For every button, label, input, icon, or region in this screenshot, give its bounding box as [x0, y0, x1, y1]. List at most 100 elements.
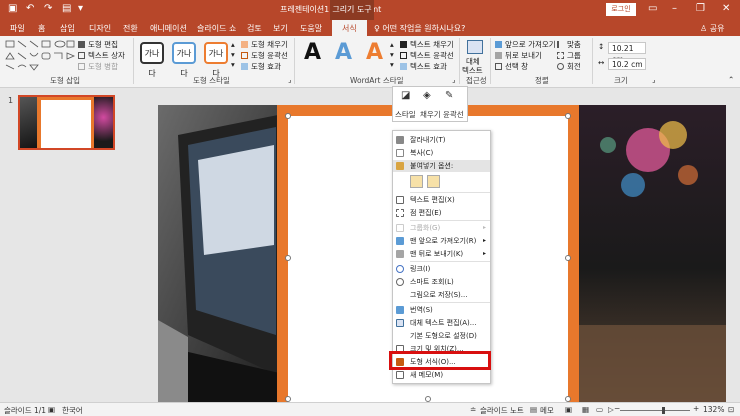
dialog-launcher-icon[interactable]: ⌟ [452, 75, 456, 84]
normal-view-icon[interactable]: ▣ [565, 405, 572, 414]
wordart-style-orange[interactable]: A [366, 40, 383, 65]
tell-me-search[interactable]: ♀ 어떤 작업을 원하시나요? [374, 23, 465, 34]
menu-item-edit-text[interactable]: 텍스트 편집(X) [393, 194, 490, 206]
zoom-out-icon[interactable]: − [614, 404, 620, 413]
shape-style-1[interactable]: 가나다 [140, 42, 164, 78]
zoom-slider[interactable] [620, 410, 690, 411]
customize-qat-icon[interactable]: ▾ [78, 3, 83, 14]
redo-icon[interactable]: ↷ [44, 3, 52, 14]
comments-button[interactable]: 메모 [540, 405, 554, 416]
wordart-gallery-more-icon[interactable]: ▾ [390, 60, 394, 69]
text-fill-button[interactable]: 텍스트 채우기 [410, 39, 454, 50]
menu-item-set-default-shape[interactable]: 기본 도형으로 설정(D) [393, 330, 490, 342]
align-button[interactable]: 맞춤 [567, 39, 581, 50]
menu-item-translate[interactable]: 번역(S) [393, 304, 490, 316]
zoom-slider-thumb[interactable] [662, 407, 665, 414]
shape-style-3[interactable]: 가나다 [204, 42, 228, 78]
menu-item-cut[interactable]: 잘라내기(T) [393, 134, 490, 146]
tab-file[interactable]: 파일 [10, 23, 25, 34]
tab-format[interactable]: 서식 [332, 20, 367, 36]
slideshow-view-icon[interactable]: ▷ [608, 405, 614, 414]
menu-item-edit-alt-text[interactable]: 대체 텍스트 편집(A)... [393, 317, 490, 329]
restore-icon[interactable]: ❐ [696, 3, 705, 14]
slide-thumbnail[interactable] [18, 95, 115, 150]
slide-sorter-icon[interactable]: ▦ [582, 405, 589, 414]
resize-handle-tr[interactable] [565, 113, 571, 119]
text-outline-button[interactable]: 텍스트 윤곽선 [410, 50, 454, 61]
width-input[interactable]: 10.2 cm [608, 58, 646, 70]
bring-forward-button[interactable]: 앞으로 가져오기 [505, 39, 556, 50]
text-box-button[interactable]: 텍스트 상자 [88, 50, 125, 61]
mini-style-button[interactable]: 스타일 [395, 109, 416, 120]
resize-handle-ml[interactable] [285, 255, 291, 261]
menu-item-new-comment[interactable]: 새 메모(M) [393, 369, 490, 381]
shape-outline-button[interactable]: 도형 윤곽선 [251, 50, 288, 61]
text-effects-icon [400, 63, 407, 70]
zoom-level[interactable]: 132% [703, 405, 724, 414]
resize-handle-tl[interactable] [285, 113, 291, 119]
share-button[interactable]: ♙ 공유 [700, 23, 724, 34]
align-icon [557, 41, 564, 48]
wordart-gallery-up-icon[interactable]: ▴ [390, 40, 394, 49]
shapes-gallery[interactable] [4, 39, 76, 71]
tell-me-text: 어떤 작업을 원하시나요? [382, 24, 466, 33]
wordart-gallery-down-icon[interactable]: ▾ [390, 50, 394, 59]
paste-keep-format-icon[interactable] [410, 175, 423, 188]
mini-fill-button[interactable]: 채우기 [420, 109, 441, 120]
tab-insert[interactable]: 삽입 [60, 23, 75, 34]
tab-help[interactable]: 도움말 [300, 23, 322, 34]
tab-animations[interactable]: 애니메이션 [150, 23, 187, 34]
group-button[interactable]: 그룹 [567, 50, 581, 61]
save-picture-icon [396, 291, 404, 299]
wordart-style-black[interactable]: A [304, 40, 321, 65]
tab-review[interactable]: 검토 [247, 23, 262, 34]
rotate-button[interactable]: 회전 [567, 61, 581, 72]
notes-button[interactable]: 슬라이드 노트 [480, 405, 524, 416]
dialog-launcher-icon[interactable]: ⌟ [288, 75, 292, 84]
style-brush-icon[interactable]: ◪ [401, 90, 410, 101]
menu-item-send-to-back[interactable]: 맨 뒤로 보내기(K) ▸ [393, 248, 490, 260]
send-backward-button[interactable]: 뒤로 보내기 [505, 50, 542, 61]
paste-picture-icon[interactable] [427, 175, 440, 188]
text-effects-button[interactable]: 텍스트 효과 [410, 61, 447, 72]
dialog-launcher-icon[interactable]: ⌟ [652, 75, 656, 84]
selection-pane-button[interactable]: 선택 창 [505, 61, 528, 72]
menu-item-copy[interactable]: 복사(C) [393, 147, 490, 159]
ribbon-display-options-icon[interactable]: ▭ [648, 3, 657, 14]
resize-handle-mr[interactable] [565, 255, 571, 261]
wordart-style-blue[interactable]: A [335, 40, 352, 65]
menu-item-save-as-picture[interactable]: 그림으로 저장(S)... [393, 289, 490, 301]
reading-view-icon[interactable]: ▭ [596, 405, 603, 414]
spellcheck-icon[interactable]: ▣ [48, 405, 55, 414]
mini-outline-button[interactable]: 윤곽선 [443, 109, 464, 120]
edit-shape-button[interactable]: 도형 편집 [88, 39, 118, 50]
login-button[interactable]: 로그인 [606, 3, 636, 16]
menu-item-edit-points[interactable]: 점 편집(E) [393, 207, 490, 219]
shape-style-2[interactable]: 가나다 [172, 42, 196, 78]
zoom-in-icon[interactable]: + [693, 404, 699, 413]
fit-to-window-icon[interactable]: ⊡ [728, 405, 734, 414]
language-indicator[interactable]: 한국어 [62, 405, 83, 416]
gallery-up-icon[interactable]: ▴ [231, 40, 235, 49]
outline-pen-icon[interactable]: ✎ [445, 90, 453, 101]
gallery-down-icon[interactable]: ▾ [231, 50, 235, 59]
tab-transitions[interactable]: 전환 [123, 23, 138, 34]
gallery-more-icon[interactable]: ▾ [231, 60, 235, 69]
tab-home[interactable]: 홈 [38, 23, 45, 34]
fill-bucket-icon[interactable]: ◈ [423, 90, 431, 101]
tab-slideshow[interactable]: 슬라이드 쇼 [197, 23, 236, 34]
collapse-ribbon-icon[interactable]: ⌃ [728, 75, 734, 84]
shape-fill-button[interactable]: 도형 채우기 [251, 39, 288, 50]
tab-design[interactable]: 디자인 [89, 23, 111, 34]
menu-item-link[interactable]: 링크(I) [393, 263, 490, 275]
shape-effects-button[interactable]: 도형 효과 [251, 61, 281, 72]
present-icon[interactable]: ▤ [62, 3, 71, 14]
save-icon[interactable]: ▣ [8, 3, 17, 14]
minimize-icon[interactable]: – [672, 3, 677, 14]
undo-icon[interactable]: ↶ [26, 3, 34, 14]
menu-item-smart-lookup[interactable]: 스마트 조회(L) [393, 276, 490, 288]
tab-view[interactable]: 보기 [273, 23, 288, 34]
close-icon[interactable]: ✕ [722, 3, 730, 14]
height-input[interactable]: 10.21 cm [608, 42, 646, 64]
menu-item-bring-to-front[interactable]: 맨 앞으로 가져오기(R) ▸ [393, 235, 490, 247]
